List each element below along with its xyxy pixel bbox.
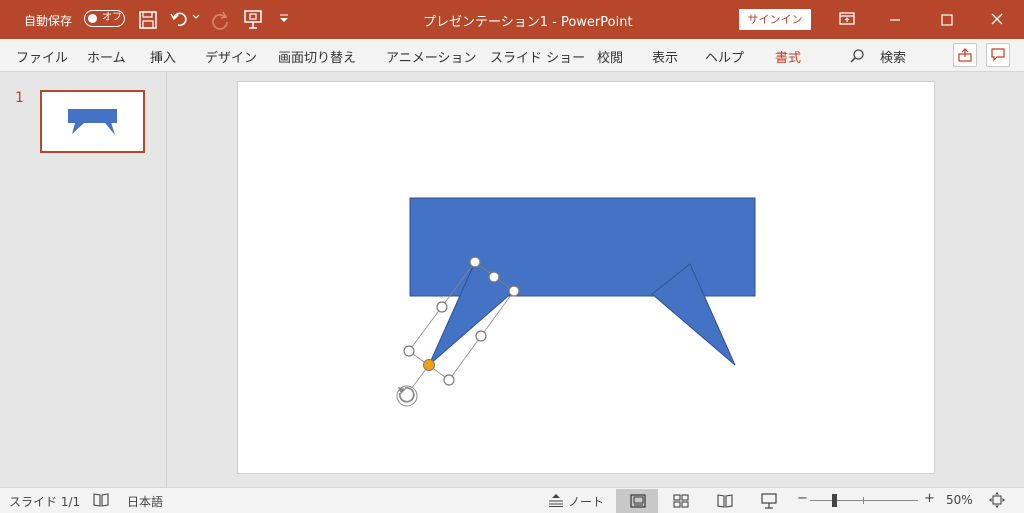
accessibility-icon[interactable] bbox=[92, 492, 110, 508]
zoom-slider-track[interactable] bbox=[810, 500, 918, 501]
fit-window-icon[interactable] bbox=[988, 491, 1006, 509]
slide-shapes bbox=[396, 197, 756, 407]
view-reading-icon[interactable] bbox=[716, 493, 734, 509]
view-sorter-icon[interactable] bbox=[672, 493, 690, 509]
resize-handle[interactable] bbox=[488, 271, 500, 283]
resize-handle[interactable] bbox=[403, 345, 415, 357]
notes-button[interactable]: ノート bbox=[568, 493, 604, 510]
notes-icon[interactable] bbox=[548, 493, 564, 507]
callout-rectangle[interactable] bbox=[409, 197, 756, 297]
resize-handle[interactable] bbox=[469, 256, 481, 268]
language-indicator[interactable]: 日本語 bbox=[127, 493, 163, 510]
view-slideshow-icon[interactable] bbox=[760, 492, 778, 510]
status-bar: スライド 1/1 日本語 ノート − + 50% bbox=[0, 487, 1024, 513]
resize-handle[interactable] bbox=[443, 374, 455, 386]
zoom-in-button[interactable]: + bbox=[924, 491, 935, 506]
zoom-level[interactable]: 50% bbox=[946, 493, 973, 507]
adjust-handle[interactable] bbox=[423, 359, 435, 371]
rotate-icon[interactable] bbox=[396, 385, 418, 407]
resize-handle[interactable] bbox=[436, 301, 448, 313]
zoom-slider-thumb[interactable] bbox=[832, 494, 837, 507]
resize-handle[interactable] bbox=[508, 285, 520, 297]
zoom-out-button[interactable]: − bbox=[797, 491, 808, 506]
zoom-slider-center-tick bbox=[863, 497, 864, 504]
view-normal-icon[interactable] bbox=[629, 493, 647, 509]
resize-handle[interactable] bbox=[475, 330, 487, 342]
slide-indicator: スライド 1/1 bbox=[9, 495, 81, 509]
